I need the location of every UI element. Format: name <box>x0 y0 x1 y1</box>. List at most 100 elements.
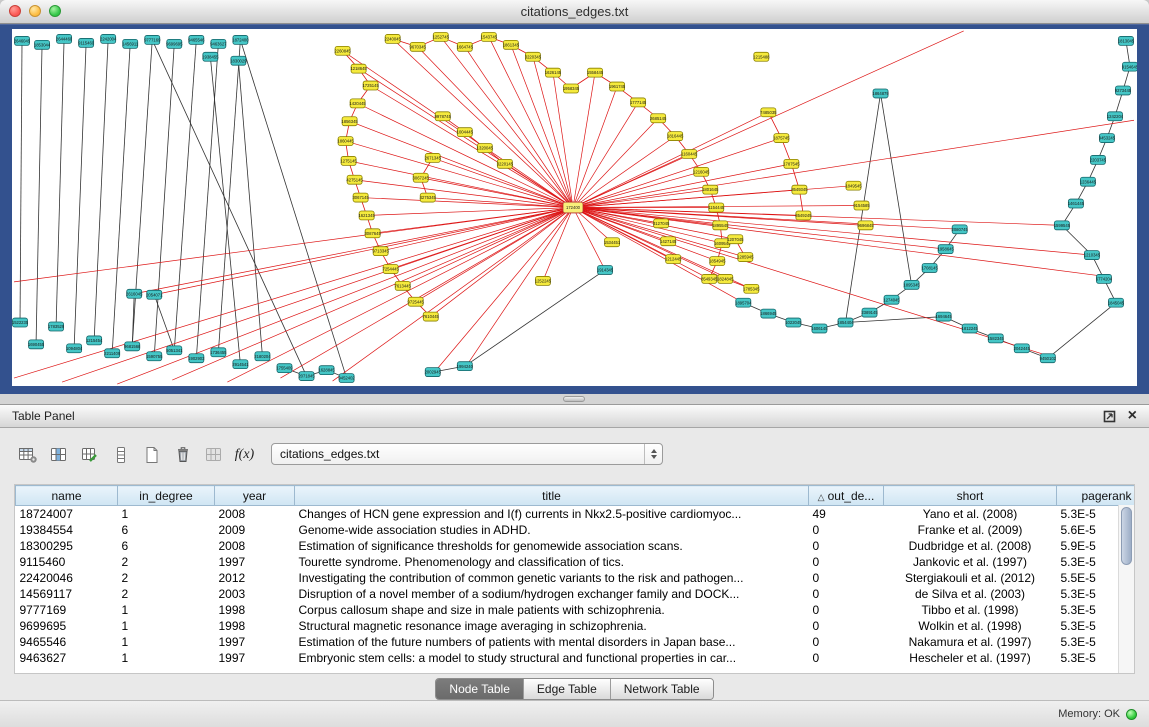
graph-node[interactable]: 3067245 <box>413 173 430 182</box>
graph-node[interactable]: 8549345 <box>701 274 718 283</box>
graph-node[interactable]: 6774204 <box>1096 274 1113 283</box>
graph-node[interactable]: 1694645 <box>935 312 952 321</box>
graph-node[interactable]: 1628845 <box>318 366 335 375</box>
float-panel-icon[interactable] <box>1103 410 1116 423</box>
new-table-button[interactable] <box>138 441 165 469</box>
show-columns-button[interactable] <box>45 441 72 469</box>
graph-node[interactable]: 1215454 <box>86 336 103 345</box>
graph-node[interactable]: 1285945 <box>737 253 754 262</box>
cell-title[interactable]: Structural magnetic resonance image aver… <box>295 618 809 634</box>
graph-node[interactable]: 1626145 <box>545 68 562 77</box>
graph-node[interactable]: 9670345 <box>410 42 427 51</box>
cell-year[interactable]: 2008 <box>215 506 295 523</box>
cell-short[interactable]: Yano et al. (2008) <box>884 506 1057 523</box>
table-row[interactable]: 1830029562008Estimation of significance … <box>16 538 1136 554</box>
graph-node[interactable]: 1785345 <box>743 284 760 293</box>
cell-out_degree[interactable]: 0 <box>809 650 884 666</box>
import-table-button[interactable] <box>200 441 227 469</box>
graph-node[interactable]: 1274045 <box>883 295 900 304</box>
cell-year[interactable]: 2008 <box>215 538 295 554</box>
graph-node[interactable]: 1914345 <box>597 266 614 275</box>
graph-node[interactable]: 2914541 <box>232 360 249 369</box>
graph-node[interactable]: 4275345 <box>420 193 437 202</box>
cell-in_degree[interactable]: 2 <box>118 586 215 602</box>
cell-out_degree[interactable]: 0 <box>809 586 884 602</box>
graph-node[interactable]: 1242204 <box>1107 112 1124 121</box>
graph-node[interactable]: 1958645 <box>937 245 954 254</box>
graph-node[interactable]: 1582345 <box>988 334 1005 343</box>
graph-node[interactable]: 3087645 <box>364 229 381 238</box>
graph-node[interactable]: 1854945 <box>709 257 726 266</box>
graph-node[interactable]: 1154445 <box>708 203 725 212</box>
graph-node[interactable]: 2616045 <box>126 289 143 298</box>
graph-node[interactable]: 9699695 <box>166 39 183 48</box>
cell-in_degree[interactable]: 1 <box>118 618 215 634</box>
graph-node[interactable]: 1599545 <box>1054 221 1071 230</box>
graph-node[interactable]: 1783529 <box>48 322 65 331</box>
cell-title[interactable]: Investigating the contribution of common… <box>295 570 809 586</box>
graph-node[interactable]: 1708145 <box>921 264 938 273</box>
graph-node[interactable]: 1094804 <box>66 344 83 353</box>
divider-grip[interactable] <box>563 396 585 402</box>
graph-node[interactable]: 7485035 <box>760 108 777 117</box>
graph-node[interactable]: 1994240 <box>457 362 474 371</box>
cell-in_degree[interactable]: 1 <box>118 506 215 523</box>
graph-node[interactable]: 3220345 <box>525 52 542 61</box>
graph-node[interactable]: 1216045 <box>693 167 710 176</box>
cell-name[interactable]: 14569117 <box>16 586 118 602</box>
graph-node[interactable]: 1824845 <box>717 274 734 283</box>
graph-node[interactable]: 9453245 <box>1099 134 1116 143</box>
graph-node[interactable]: 1621345 <box>358 211 375 220</box>
cell-title[interactable]: Estimation of significance thresholds fo… <box>295 538 809 554</box>
cell-name[interactable]: 9777169 <box>16 602 118 618</box>
graph-node[interactable]: 8549345 <box>791 185 808 194</box>
cell-in_degree[interactable]: 6 <box>118 522 215 538</box>
table-row[interactable]: 946362711997Embryonic stem cells: a mode… <box>16 650 1136 666</box>
column-header-in_degree[interactable]: in_degree <box>118 486 215 506</box>
cell-title[interactable]: Estimation of the future numbers of pati… <box>295 634 809 650</box>
network-canvas[interactable]: 2646045185304426444609115460224200414569… <box>12 29 1137 386</box>
cell-year[interactable]: 2012 <box>215 570 295 586</box>
cell-year[interactable]: 1997 <box>215 554 295 570</box>
table-row[interactable]: 977716911998Corpus callosum shape and si… <box>16 602 1136 618</box>
cell-short[interactable]: Tibbo et al. (1998) <box>884 602 1057 618</box>
graph-node[interactable]: 1875745 <box>773 134 790 143</box>
table-row[interactable]: 946554611997Estimation of the future num… <box>16 634 1136 650</box>
table-row[interactable]: 969969511998Structural magnetic resonanc… <box>16 618 1136 634</box>
cell-name[interactable]: 18724007 <box>16 506 118 523</box>
graph-node[interactable]: 1725145 <box>362 81 379 90</box>
cell-year[interactable]: 1997 <box>215 634 295 650</box>
table-row[interactable]: 1938455462009Genome-wide association stu… <box>16 522 1136 538</box>
cell-out_degree[interactable]: 0 <box>809 570 884 586</box>
graph-node[interactable]: 1252745 <box>433 32 450 41</box>
graph-node[interactable]: 1320045 <box>477 144 494 153</box>
cell-title[interactable]: Genome-wide association studies in ADHD. <box>295 522 809 538</box>
graph-node[interactable]: 1207045 <box>727 235 744 244</box>
graph-node[interactable]: 1866945 <box>760 309 777 318</box>
graph-node[interactable]: 1590755 <box>146 352 163 361</box>
graph-node[interactable]: 1895704 <box>735 298 752 307</box>
cell-out_degree[interactable]: 0 <box>809 522 884 538</box>
cell-year[interactable]: 2003 <box>215 586 295 602</box>
graph-node[interactable]: 1854404 <box>837 318 854 327</box>
cell-in_degree[interactable]: 1 <box>118 650 215 666</box>
graph-node[interactable]: 1853044 <box>34 40 51 49</box>
column-settings-button[interactable] <box>14 441 41 469</box>
graph-node[interactable]: 172400 <box>563 202 583 213</box>
cell-short[interactable]: de Silva et al. (2003) <box>884 586 1057 602</box>
cell-title[interactable]: Changes of HCN gene expression and I(f) … <box>295 506 809 523</box>
graph-node[interactable]: 9154645 <box>1122 62 1137 71</box>
cell-short[interactable]: Hescheler et al. (1997) <box>884 650 1057 666</box>
graph-node[interactable]: 1902903 <box>188 354 205 363</box>
graph-node[interactable]: 1938455 <box>202 52 219 61</box>
graph-node[interactable]: 9154585 <box>853 201 870 210</box>
table-select-dropdown[interactable]: citations_edges.txt <box>271 443 663 465</box>
cell-out_degree[interactable]: 0 <box>809 554 884 570</box>
graph-node[interactable]: 1845045 <box>1108 298 1125 307</box>
column-header-title[interactable]: title <box>295 486 809 506</box>
delete-table-button[interactable] <box>169 441 196 469</box>
graph-node[interactable]: 9273445 <box>1115 86 1132 95</box>
graph-node[interactable]: 9725445 <box>408 297 425 306</box>
tab-node-table[interactable]: Node Table <box>436 679 524 699</box>
column-header-out_degree[interactable]: △out_de... <box>809 486 884 506</box>
